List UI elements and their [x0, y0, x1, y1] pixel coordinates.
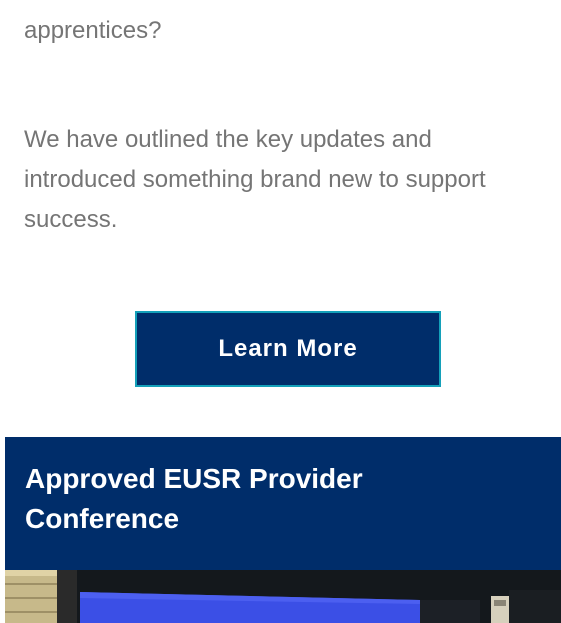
body-text: We have outlined the key updates and int… [24, 126, 486, 233]
learn-more-button[interactable]: Learn More [135, 311, 441, 387]
section-title: Approved EUSR Provider Conference [25, 463, 363, 534]
conference-banner: Approved EUSR Provider Conference [5, 437, 561, 570]
intro-fragment: apprentices? [24, 17, 162, 44]
conference-photo [5, 570, 561, 623]
